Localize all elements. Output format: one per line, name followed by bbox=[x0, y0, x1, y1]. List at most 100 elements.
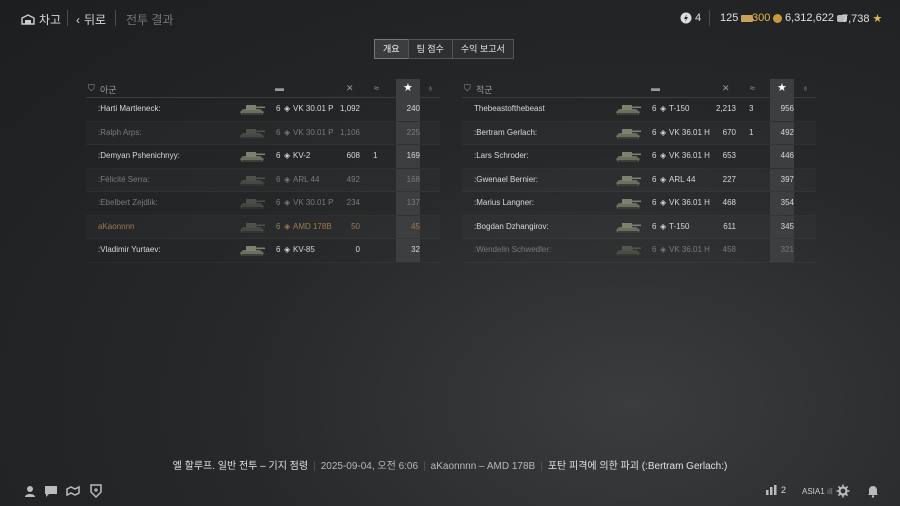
ping-icon: ıll bbox=[826, 487, 833, 496]
assist-icon: ≈ bbox=[374, 83, 379, 93]
battle-mode: 엘 할루프. 일반 전투 – 기지 점령 bbox=[172, 461, 309, 472]
xp-star-icon[interactable]: ★ bbox=[777, 81, 787, 94]
tank-class-icon: ◈ bbox=[284, 245, 291, 254]
bonds-counter[interactable]: 4 bbox=[680, 12, 701, 24]
gold-counter[interactable]: 300 bbox=[752, 12, 783, 24]
tank-icon bbox=[614, 242, 642, 258]
damage-value: 50 bbox=[351, 221, 360, 231]
profile-icon[interactable] bbox=[23, 484, 37, 498]
player-row[interactable]: :Lars Schroder: 6 ◈ VK 36.01 H 653 446 bbox=[462, 145, 816, 169]
shield-icon: ⛉ bbox=[88, 83, 95, 93]
handshake-icon[interactable] bbox=[66, 484, 80, 498]
tab-team-score[interactable]: 팀 점수 bbox=[407, 39, 453, 59]
player-row[interactable]: :Vladimir Yurtaev: 6 ◈ KV-85 0 32 bbox=[86, 239, 440, 263]
tank-name: VK 36.01 H bbox=[669, 198, 710, 207]
player-row[interactable]: :Bertram Gerlach: 6 ◈ VK 36.01 H 670 1 492 bbox=[462, 121, 816, 145]
tank-icon bbox=[614, 148, 642, 164]
damage-value: 2,213 bbox=[715, 104, 736, 113]
player-row[interactable]: :Gwenael Bernier: 6 ◈ ARL 44 227 397 bbox=[462, 168, 816, 192]
player-row[interactable]: :Wendelin Schwedler: 6 ◈ VK 36.01 H 458 321 bbox=[462, 239, 816, 263]
xp-value: 446 bbox=[780, 151, 794, 160]
tank-tier: 6 bbox=[652, 198, 657, 207]
tank-class-icon: ◈ bbox=[660, 221, 667, 231]
player-row[interactable]: :Ebelbert Zejdlik: 6 ◈ VK 30.01 P 234 137 bbox=[86, 192, 440, 216]
shield-icon: ⛉ bbox=[464, 83, 471, 93]
tank-name: KV-85 bbox=[293, 245, 315, 254]
clan-icon[interactable] bbox=[89, 484, 103, 498]
tank-tier: 6 bbox=[652, 174, 657, 184]
credits-small-counter[interactable]: 125 bbox=[720, 12, 754, 24]
player-name: :Demyan Pshenichnyy: bbox=[98, 151, 180, 160]
damage-value: 468 bbox=[722, 198, 736, 207]
battle-datetime: 2025-09-04, 오전 6:06 bbox=[320, 461, 419, 472]
star-icon: ★ bbox=[872, 13, 883, 25]
tank-tier: 6 bbox=[652, 127, 657, 137]
player-row[interactable]: :Félicité Serra: 6 ◈ ARL 44 492 168 bbox=[86, 168, 440, 192]
tank-name: KV-2 bbox=[293, 151, 311, 160]
result-tabs: 개요 팀 점수 수익 보고서 bbox=[374, 39, 514, 59]
player-row[interactable]: :Marius Langner: 6 ◈ VK 36.01 H 468 354 bbox=[462, 192, 816, 216]
tab-overview[interactable]: 개요 bbox=[374, 39, 409, 59]
xp-value: 169 bbox=[406, 151, 420, 160]
tank-icon bbox=[238, 172, 266, 188]
tank-class-icon: ◈ bbox=[284, 221, 291, 231]
player-row[interactable]: :Ralph Arps: 6 ◈ VK 30.01 P 1,106 225 bbox=[86, 121, 440, 145]
tank-icon bbox=[238, 125, 266, 141]
page-title: 전투 결과 bbox=[126, 13, 174, 27]
player-row[interactable]: :Harti Martleneck: 6 ◈ VK 30.01 P 1,092 240 bbox=[86, 98, 440, 122]
tank-icon bbox=[614, 101, 642, 117]
damage-icon: ✕ bbox=[722, 83, 730, 93]
silver-counter[interactable]: 6,312,622 bbox=[785, 12, 847, 24]
xp-value: 321 bbox=[780, 245, 794, 254]
player-name: :Wendelin Schwedler: bbox=[474, 245, 552, 254]
player-row[interactable]: Thebeastofthebeast 6 ◈ T-150 2,213 3 956 bbox=[462, 98, 816, 122]
player-row[interactable]: :Bogdan Dzhangirov: 6 ◈ T-150 611 345 bbox=[462, 215, 816, 239]
free-xp-counter[interactable]: 7,738 ★ bbox=[842, 12, 883, 26]
medal-icon: ♁ bbox=[802, 83, 809, 93]
player-name: :Vladimir Yurtaev: bbox=[98, 245, 161, 254]
tank-class-icon: ◈ bbox=[284, 104, 291, 113]
bell-icon[interactable] bbox=[866, 484, 880, 498]
xp-value: 240 bbox=[406, 104, 420, 113]
xp-star-icon[interactable]: ★ bbox=[403, 81, 413, 94]
tank-name: T-150 bbox=[669, 221, 690, 231]
battle-summary: 엘 할루프. 일반 전투 – 기지 점령 | 2025-09-04, 오전 6:06… bbox=[172, 461, 728, 472]
player-name: Thebeastofthebeast bbox=[474, 104, 545, 113]
damage-value: 611 bbox=[723, 221, 736, 231]
tank-class-icon: ◈ bbox=[660, 174, 667, 184]
tank-class-icon: ◈ bbox=[284, 127, 291, 137]
xp-value: 137 bbox=[406, 198, 420, 207]
tank-icon bbox=[238, 219, 266, 235]
player-name: :Ebelbert Zejdlik: bbox=[98, 198, 158, 207]
tank-tier: 6 bbox=[652, 221, 657, 231]
player-row[interactable]: aKaonnnn 6 ◈ AMD 178B 50 45 bbox=[86, 215, 440, 239]
tank-name: VK 36.01 H bbox=[669, 245, 710, 254]
tank-icon bbox=[614, 172, 642, 188]
damage-value: 653 bbox=[722, 151, 736, 160]
ally-team-title: 아군 bbox=[100, 85, 117, 95]
xp-value: 168 bbox=[406, 174, 420, 184]
garage-label: 차고 bbox=[39, 13, 62, 27]
chat-icon[interactable] bbox=[44, 484, 58, 498]
server-selector[interactable]: ASIA1 ıll bbox=[802, 487, 833, 496]
settings-icon[interactable] bbox=[836, 484, 850, 498]
damage-value: 0 bbox=[355, 245, 360, 254]
xp-value: 32 bbox=[411, 245, 420, 254]
tank-name: VK 36.01 H bbox=[669, 151, 710, 160]
online-stats[interactable]: 2 bbox=[766, 485, 786, 495]
player-name: :Harti Martleneck: bbox=[98, 104, 161, 113]
tank-tier: 6 bbox=[276, 151, 281, 160]
assist-value: 1 bbox=[749, 127, 754, 137]
player-row[interactable]: :Demyan Pshenichnyy: 6 ◈ KV-2 608 1 169 bbox=[86, 145, 440, 169]
garage-button[interactable]: 차고 bbox=[21, 11, 61, 28]
tank-tier: 6 bbox=[652, 104, 657, 113]
tank-icon bbox=[238, 195, 266, 211]
tank-icon bbox=[238, 242, 266, 258]
tank-class-icon: ◈ bbox=[660, 151, 667, 160]
tank-class-icon: ◈ bbox=[284, 174, 291, 184]
enemy-team-title: 적군 bbox=[476, 85, 493, 95]
tab-earnings-report[interactable]: 수익 보고서 bbox=[451, 39, 514, 59]
back-button[interactable]: ‹ 뒤로 bbox=[76, 11, 106, 28]
tank-icon bbox=[238, 148, 266, 164]
damage-value: 670 bbox=[722, 127, 736, 137]
